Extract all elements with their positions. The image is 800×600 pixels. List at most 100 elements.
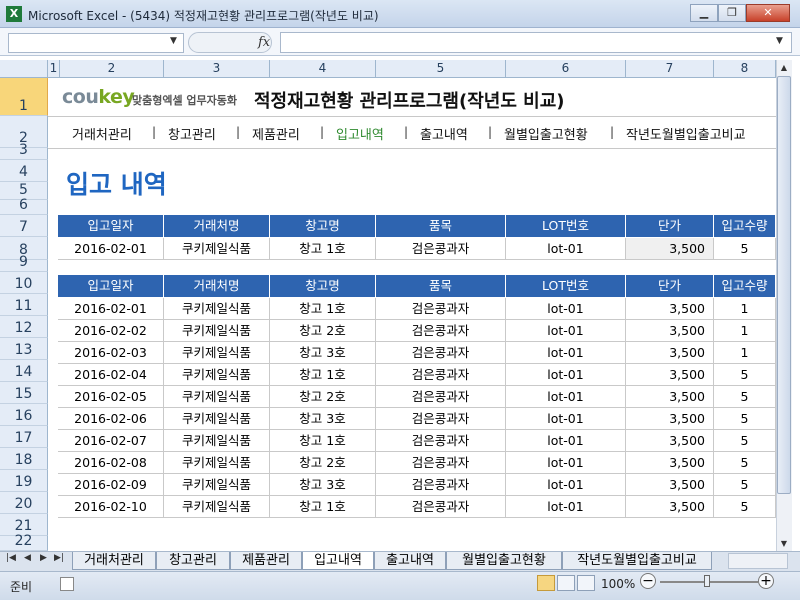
formula-input[interactable]	[280, 32, 792, 53]
page-layout-view-button[interactable]	[557, 575, 575, 591]
sheet-tab-2[interactable]: 창고관리	[156, 552, 230, 570]
column-header-1[interactable]: 1	[48, 60, 60, 78]
table-row-cell[interactable]: lot-01	[506, 386, 626, 408]
insert-function-button[interactable]: fx	[258, 35, 270, 50]
table-row-cell[interactable]: 검은콩과자	[376, 386, 506, 408]
row-header-1[interactable]: 1	[0, 78, 48, 116]
table-row-cell[interactable]: 3,500	[626, 342, 714, 364]
sheet-tab-6[interactable]: 월별입출고현황	[446, 552, 562, 570]
row-header-7[interactable]: 7	[0, 215, 48, 237]
column-header-2[interactable]: 2	[60, 60, 164, 78]
name-box[interactable]	[8, 33, 184, 53]
row-header-16[interactable]: 16	[0, 404, 48, 426]
sheet-tab-4[interactable]: 입고내역	[302, 552, 374, 570]
row-header-17[interactable]: 17	[0, 426, 48, 448]
row-header-6[interactable]: 6	[0, 198, 48, 215]
row-header-13[interactable]: 13	[0, 338, 48, 360]
table-row-cell[interactable]: 2016-02-05	[58, 386, 164, 408]
macro-record-icon[interactable]	[60, 577, 74, 591]
table-row-cell[interactable]: 5	[714, 386, 776, 408]
table-row-cell[interactable]: 창고 1호	[270, 298, 376, 320]
table-row-cell[interactable]: 5	[714, 364, 776, 386]
table-row-cell[interactable]: 창고 1호	[270, 430, 376, 452]
table-row-cell[interactable]: 2016-02-09	[58, 474, 164, 496]
table-row-cell[interactable]: 3,500	[626, 408, 714, 430]
scroll-up-icon[interactable]: ▲	[777, 60, 791, 75]
row-header-4[interactable]: 4	[0, 160, 48, 182]
table-row-cell[interactable]: lot-01	[506, 408, 626, 430]
table-row-cell[interactable]: 창고 3호	[270, 408, 376, 430]
nav-link-5[interactable]: 출고내역	[420, 124, 468, 143]
close-button[interactable]: ✕	[746, 4, 790, 22]
table-row-cell[interactable]: 쿠키제일식품	[164, 320, 270, 342]
table-row-cell[interactable]: lot-01	[506, 342, 626, 364]
column-header-5[interactable]: 5	[376, 60, 506, 78]
normal-view-button[interactable]	[537, 575, 555, 591]
scroll-down-icon[interactable]: ▼	[777, 536, 791, 551]
table-row-cell[interactable]: 2016-02-03	[58, 342, 164, 364]
row-header-15[interactable]: 15	[0, 382, 48, 404]
table-row-cell[interactable]: 쿠키제일식품	[164, 474, 270, 496]
table-row-cell[interactable]: lot-01	[506, 430, 626, 452]
table-row-cell[interactable]: 3,500	[626, 386, 714, 408]
table-row-cell[interactable]: 5	[714, 430, 776, 452]
table-row-cell[interactable]: 1	[714, 298, 776, 320]
nav-link-4[interactable]: 입고내역	[336, 124, 384, 143]
table-row-cell[interactable]: 5	[714, 474, 776, 496]
table-row-cell[interactable]: 검은콩과자	[376, 298, 506, 320]
select-all-corner[interactable]	[0, 60, 48, 78]
table-row-cell[interactable]: 3,500	[626, 430, 714, 452]
column-header-6[interactable]: 6	[506, 60, 626, 78]
row-header-20[interactable]: 20	[0, 492, 48, 514]
table-row-cell[interactable]: 5	[714, 408, 776, 430]
row-header-12[interactable]: 12	[0, 316, 48, 338]
table-row-cell[interactable]: 2016-02-02	[58, 320, 164, 342]
table-row-cell[interactable]: 3,500	[626, 298, 714, 320]
nav-link-7[interactable]: 작년도월별입출고비교	[626, 124, 746, 143]
page-break-view-button[interactable]	[577, 575, 595, 591]
input-row-cell[interactable]: 창고 1호	[270, 238, 376, 260]
row-header-3[interactable]: 3	[0, 143, 48, 160]
table-row-cell[interactable]: 5	[714, 496, 776, 518]
minimize-button[interactable]: ▁	[690, 4, 718, 22]
table-row-cell[interactable]: 검은콩과자	[376, 342, 506, 364]
table-row-cell[interactable]: 3,500	[626, 320, 714, 342]
table-row-cell[interactable]: 검은콩과자	[376, 364, 506, 386]
vertical-scroll-thumb[interactable]	[777, 76, 791, 494]
zoom-in-button[interactable]: +	[758, 573, 774, 589]
table-row-cell[interactable]: 검은콩과자	[376, 408, 506, 430]
nav-link-6[interactable]: 월별입출고현황	[504, 124, 588, 143]
table-row-cell[interactable]: 창고 2호	[270, 320, 376, 342]
table-row-cell[interactable]: 쿠키제일식품	[164, 298, 270, 320]
zoom-slider-thumb[interactable]	[704, 575, 710, 587]
table-row-cell[interactable]: 검은콩과자	[376, 474, 506, 496]
column-header-7[interactable]: 7	[626, 60, 714, 78]
restore-button[interactable]: ❐	[718, 4, 746, 22]
sheet-tab-3[interactable]: 제품관리	[230, 552, 302, 570]
table-row-cell[interactable]: 2016-02-10	[58, 496, 164, 518]
table-row-cell[interactable]: 2016-02-01	[58, 298, 164, 320]
row-header-9[interactable]: 9	[0, 255, 48, 272]
input-row-cell[interactable]: lot-01	[506, 238, 626, 260]
row-header-11[interactable]: 11	[0, 294, 48, 316]
horizontal-scrollbar[interactable]	[728, 553, 788, 569]
table-row-cell[interactable]: 3,500	[626, 452, 714, 474]
table-row-cell[interactable]: 검은콩과자	[376, 430, 506, 452]
table-row-cell[interactable]: 쿠키제일식품	[164, 364, 270, 386]
table-row-cell[interactable]: 1	[714, 342, 776, 364]
row-header-22[interactable]: 22	[0, 534, 48, 551]
table-row-cell[interactable]: lot-01	[506, 320, 626, 342]
table-row-cell[interactable]: 쿠키제일식품	[164, 430, 270, 452]
column-header-4[interactable]: 4	[270, 60, 376, 78]
column-header-8[interactable]: 8	[714, 60, 776, 78]
input-row-cell[interactable]: 2016-02-01	[58, 238, 164, 260]
sheet-tab-1[interactable]: 거래처관리	[72, 552, 156, 570]
row-header-19[interactable]: 19	[0, 470, 48, 492]
zoom-out-button[interactable]: −	[640, 573, 656, 589]
table-row-cell[interactable]: 쿠키제일식품	[164, 452, 270, 474]
table-row-cell[interactable]: lot-01	[506, 298, 626, 320]
input-row-cell[interactable]: 검은콩과자	[376, 238, 506, 260]
nav-link-2[interactable]: 창고관리	[168, 124, 216, 143]
table-row-cell[interactable]: 검은콩과자	[376, 320, 506, 342]
last-sheet-icon[interactable]: ▶|	[54, 553, 64, 563]
